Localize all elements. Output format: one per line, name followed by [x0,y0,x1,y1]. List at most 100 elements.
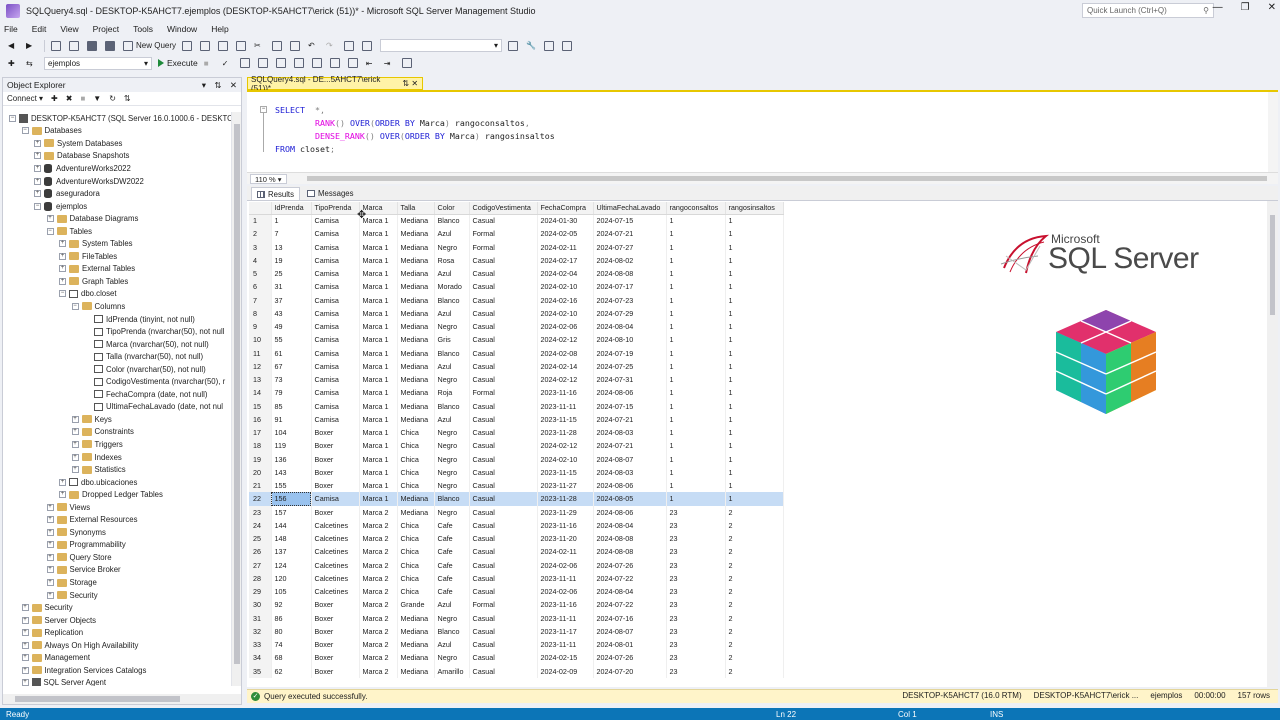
expand-icon[interactable]: + [59,240,66,248]
table-row[interactable]: 11 61 Camisa Marca 1 Mediana Blanco Casual 2024… [249,346,784,360]
table-cell[interactable]: Chica [397,518,435,532]
table-cell[interactable]: 2024-08-01 [593,638,667,652]
expand-icon[interactable]: + [21,679,29,686]
table-cell[interactable]: 2024-08-04 [593,518,667,532]
table-cell[interactable]: 74 [271,638,312,652]
table-cell[interactable]: 2 [725,664,784,678]
table-cell[interactable]: Negro [434,426,470,440]
table-cell[interactable]: 2 [725,558,784,572]
table-cell[interactable]: 2023-11-15 [537,465,594,479]
table-cell[interactable]: Casual [469,412,538,426]
sql-editor[interactable]: − SELECT *, RANK() OVER(ORDER BY Marca) … [247,90,1278,172]
row-number[interactable]: 11 [249,346,272,360]
table-cell[interactable]: 1 [666,240,726,254]
table-row[interactable]: 12 67 Camisa Marca 1 Mediana Azul Casual 2024-0… [249,359,784,373]
table-cell[interactable]: Mediana [397,214,435,228]
table-cell[interactable]: Camisa [311,280,360,294]
table-cell[interactable]: 2 [725,651,784,665]
column-header[interactable]: CodigoVestimenta [469,202,538,215]
table-cell[interactable]: Azul [434,412,470,426]
tree-node[interactable]: + dbo.ubicaciones [3,476,231,489]
copy-icon[interactable] [272,39,284,53]
properties-icon[interactable]: 🔧 [526,39,538,53]
available-databases-select[interactable]: ejemplos ▾ [44,56,152,70]
table-cell[interactable]: Marca 2 [359,638,398,652]
tree-node[interactable]: + Constraints [3,426,231,439]
table-cell[interactable]: 2024-07-31 [593,373,667,387]
table-cell[interactable]: Calcetines [311,518,360,532]
table-cell[interactable]: Casual [469,333,538,347]
table-cell[interactable]: 2024-07-21 [593,439,667,453]
table-cell[interactable]: Casual [469,373,538,387]
connect-button[interactable]: Connect ▾ [7,94,43,103]
query-dmx-icon[interactable] [200,39,212,53]
row-number[interactable]: 24 [249,518,272,532]
tree-node[interactable]: + Synonyms [3,526,231,539]
tab-results[interactable]: Results [251,187,300,200]
tree-node[interactable]: Talla (nvarchar(50), not null) [3,350,231,363]
table-cell[interactable]: Marca 1 [359,452,398,466]
tree-node[interactable]: Color (nvarchar(50), not null) [3,363,231,376]
stop-icon[interactable]: ■ [80,94,85,103]
table-cell[interactable]: Negro [434,611,470,625]
table-cell[interactable]: 1 [666,373,726,387]
refresh-icon[interactable]: ↻ [109,94,116,103]
table-cell[interactable]: 148 [271,532,312,546]
tree-node[interactable]: FechaCompra (date, not null) [3,388,231,401]
table-cell[interactable]: Calcetines [311,545,360,559]
table-cell[interactable]: 2024-02-10 [537,452,594,466]
table-cell[interactable]: 2023-11-16 [537,598,594,612]
table-cell[interactable]: Camisa [311,267,360,281]
table-cell[interactable]: Rosa [434,253,470,267]
table-row[interactable]: 22 156 Camisa Marca 1 Mediana Blanco Casual 202… [249,492,784,506]
menu-view[interactable]: View [60,24,78,34]
table-cell[interactable]: Cafe [434,518,470,532]
collapse-icon[interactable]: − [9,114,16,122]
expand-icon[interactable]: + [59,252,66,260]
table-cell[interactable]: Formal [469,386,538,400]
row-number[interactable]: 21 [249,479,272,493]
results-to-file-icon[interactable] [311,56,324,70]
decrease-indent-icon[interactable]: ⇤ [366,56,378,70]
table-cell[interactable]: Marca 1 [359,426,398,440]
table-cell[interactable]: 1 [725,280,784,294]
expand-icon[interactable]: + [46,503,54,511]
tree-node[interactable]: UltimaFechaLavado (date, not nul [3,401,231,414]
tree-node[interactable]: + Always On High Availability [3,639,231,652]
estimated-plan-icon[interactable] [239,56,252,70]
table-cell[interactable]: 2024-07-27 [593,240,667,254]
table-row[interactable]: 33 74 Boxer Marca 2 Mediana Azul Casual 2023-11… [249,638,784,652]
expand-icon[interactable]: + [71,466,79,474]
table-cell[interactable]: 2023-11-16 [537,518,594,532]
table-cell[interactable]: 143 [271,465,312,479]
column-header[interactable]: rangosinsaltos [725,202,784,215]
table-cell[interactable]: Chica [397,439,435,453]
table-cell[interactable]: 1 [271,214,312,228]
table-cell[interactable]: Casual [469,399,538,413]
table-cell[interactable]: 2024-02-06 [537,320,594,334]
table-cell[interactable]: Marca 2 [359,585,398,599]
table-cell[interactable]: Azul [434,227,470,241]
table-cell[interactable]: 1 [666,280,726,294]
table-cell[interactable]: Mediana [397,253,435,267]
table-cell[interactable]: Gris [434,333,470,347]
table-cell[interactable]: Casual [469,585,538,599]
table-cell[interactable]: Marca 2 [359,611,398,625]
table-cell[interactable]: Marca 1 [359,386,398,400]
table-cell[interactable]: Negro [434,373,470,387]
row-number[interactable]: 34 [249,651,272,665]
table-cell[interactable]: 2024-02-10 [537,306,594,320]
row-number[interactable]: 18 [249,439,272,453]
tree-node[interactable]: IdPrenda (tinyint, not null) [3,313,231,326]
tree-node[interactable]: TipoPrenda (nvarchar(50), not null [3,325,231,338]
table-cell[interactable]: Mediana [397,611,435,625]
table-cell[interactable]: Casual [469,439,538,453]
sql-code[interactable]: SELECT *, RANK() OVER(ORDER BY Marca) ra… [275,104,555,156]
row-number[interactable]: 25 [249,532,272,546]
table-cell[interactable]: Marca 1 [359,320,398,334]
table-cell[interactable]: Formal [469,227,538,241]
query-designer-icon[interactable] [257,56,270,70]
activity-monitor-icon[interactable] [344,39,356,53]
tree-node[interactable]: − DESKTOP-K5AHCT7 (SQL Server 16.0.1000.6… [3,112,231,125]
uncomment-icon[interactable] [347,56,360,70]
